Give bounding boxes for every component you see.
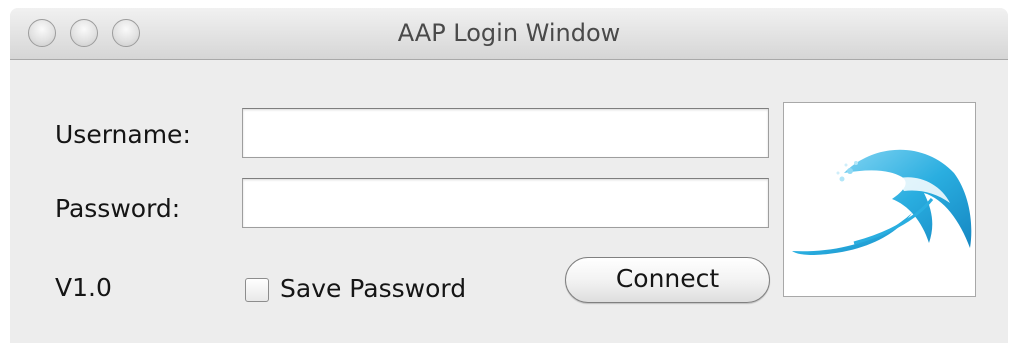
save-password-checkbox[interactable] xyxy=(245,278,269,302)
title-bar[interactable]: AAP Login Window xyxy=(10,8,1008,60)
password-input[interactable] xyxy=(242,178,769,228)
save-password-label[interactable]: Save Password xyxy=(280,274,466,303)
version-label: V1.0 xyxy=(55,273,112,302)
wave-logo-icon xyxy=(792,149,972,255)
login-window: AAP Login Window Username: Password: V1.… xyxy=(10,8,1008,343)
logo-panel xyxy=(783,102,976,297)
password-label: Password: xyxy=(55,194,181,223)
username-input[interactable] xyxy=(242,108,769,158)
window-title: AAP Login Window xyxy=(397,19,621,47)
username-label: Username: xyxy=(55,120,191,149)
connect-button[interactable]: Connect xyxy=(565,257,770,303)
